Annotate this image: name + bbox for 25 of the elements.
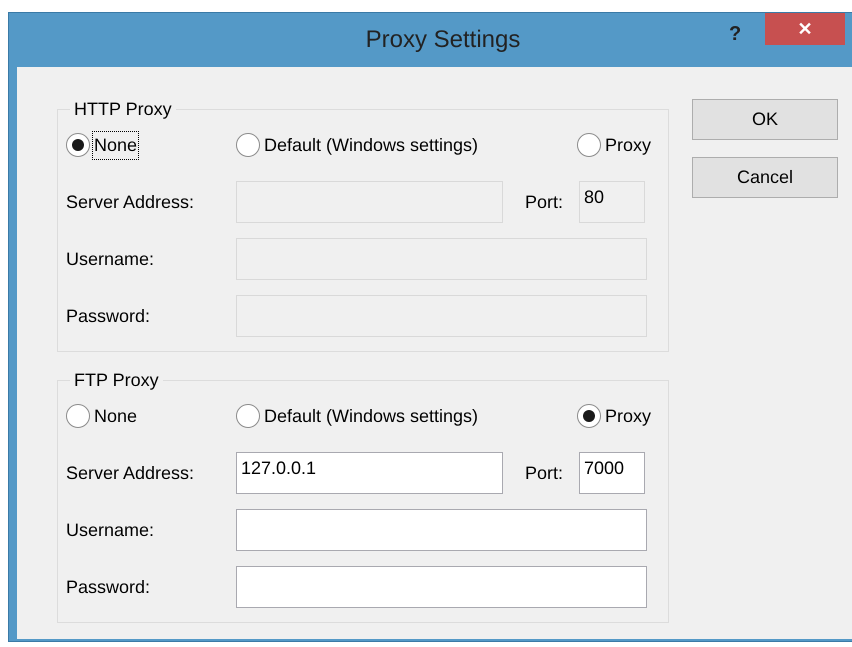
group-title: HTTP Proxy xyxy=(73,99,173,119)
radio-option[interactable]: Proxy xyxy=(576,402,652,430)
field-label: Server Address: xyxy=(66,462,196,484)
field-label: Server Address: xyxy=(66,190,196,214)
field-label: Port: xyxy=(525,190,564,214)
group-title: FTP Proxy xyxy=(73,370,160,390)
field-label: Password: xyxy=(66,576,152,598)
dialog-button[interactable]: Cancel xyxy=(692,157,838,198)
text-field[interactable]: 127.0.0.1 xyxy=(236,452,503,494)
text-field[interactable] xyxy=(236,509,647,551)
text-field[interactable]: 7000 xyxy=(579,452,645,494)
text-field[interactable] xyxy=(236,566,647,608)
field-label: Username: xyxy=(66,248,156,270)
radio-option[interactable]: None xyxy=(66,402,138,430)
window-title: Proxy Settings xyxy=(366,25,520,55)
radio-option[interactable]: Default (Windows settings) xyxy=(236,402,480,430)
field-label: Password: xyxy=(66,304,152,328)
field-label: Username: xyxy=(66,518,156,542)
field-label: Port: xyxy=(525,462,564,484)
dialog-button[interactable]: OK xyxy=(692,99,838,140)
help-button[interactable]: ? xyxy=(729,19,742,49)
close-button[interactable]: ✕ xyxy=(765,13,845,45)
radio-button[interactable] xyxy=(66,404,90,428)
radio-button[interactable] xyxy=(576,404,601,428)
radio-button[interactable] xyxy=(236,404,260,428)
